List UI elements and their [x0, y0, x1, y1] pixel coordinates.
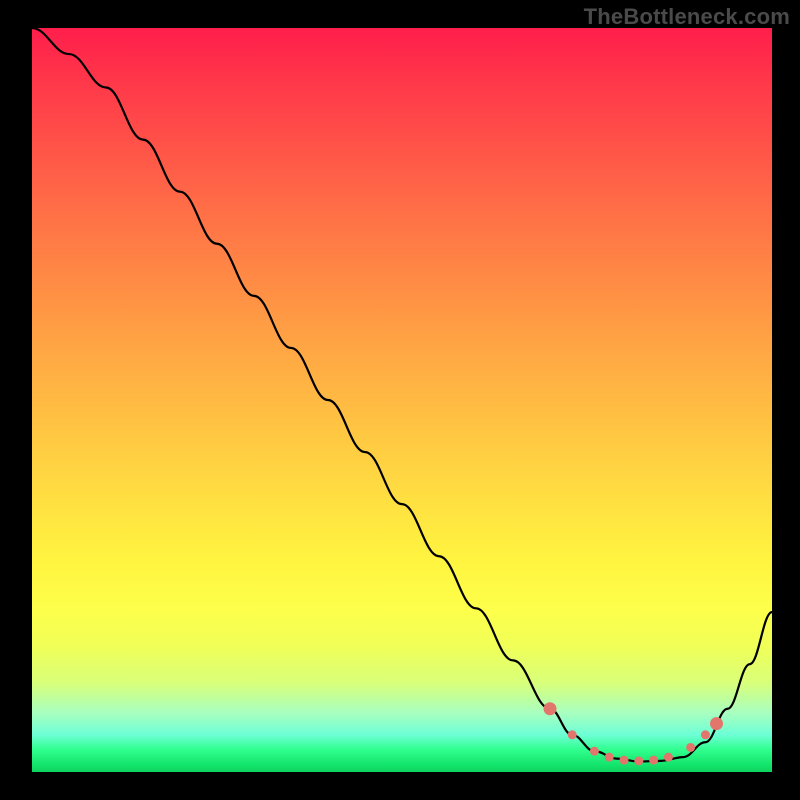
marker-dot — [686, 743, 695, 752]
marker-dot — [701, 730, 710, 739]
marker-dot — [620, 756, 629, 765]
plot-area — [32, 28, 772, 772]
marker-dot — [634, 756, 643, 765]
marker-group — [544, 702, 724, 765]
bottleneck-curve-path — [32, 28, 772, 762]
watermark-text: TheBottleneck.com — [584, 4, 790, 30]
marker-dot — [568, 730, 577, 739]
chart-frame: TheBottleneck.com — [0, 0, 800, 800]
marker-dot — [605, 753, 614, 762]
marker-dot — [544, 702, 557, 715]
curve-layer — [32, 28, 772, 772]
marker-dot — [649, 756, 658, 765]
marker-dot — [710, 717, 723, 730]
marker-dot — [664, 753, 673, 762]
marker-dot — [590, 747, 599, 756]
